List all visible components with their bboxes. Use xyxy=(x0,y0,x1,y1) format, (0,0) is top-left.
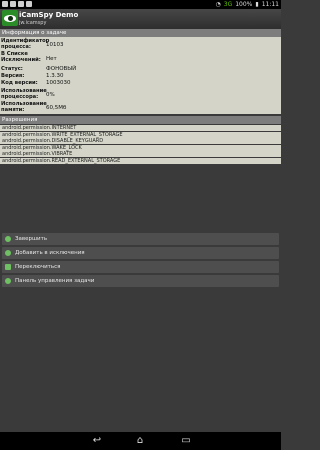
power-icon xyxy=(5,236,11,242)
control-panel-button[interactable]: Панель управления задачи xyxy=(2,275,279,287)
switch-label: Переключиться xyxy=(15,264,61,270)
wifi-icon: ◔ xyxy=(215,1,221,8)
switch-button[interactable]: Переключиться xyxy=(2,261,279,273)
notification-icon xyxy=(26,1,32,7)
info-row: Использование памяти: 60,5Мб xyxy=(0,101,281,114)
info-row: Идентификатор процесса: 10103 xyxy=(0,38,281,51)
battery-label: 100% xyxy=(235,1,253,8)
home-icon[interactable]: ⌂ xyxy=(131,435,149,447)
battery-icon: ▮ xyxy=(255,1,259,8)
finish-label: Завершить xyxy=(15,236,48,242)
info-value: 0% xyxy=(46,92,55,98)
info-label: Использование памяти: xyxy=(1,101,47,113)
info-row: Версия: 1.3.30 xyxy=(0,73,281,80)
info-label: Использование процессора: xyxy=(1,88,47,100)
permissions-list: android.permission.INTERNET android.perm… xyxy=(0,125,281,164)
task-info-table: Идентификатор процесса: 10103 В Списке И… xyxy=(0,37,281,114)
info-section-header: Информация о задаче xyxy=(0,29,281,37)
permissions-header: Разрешения xyxy=(0,116,281,124)
app-title: iCamSpy Demo xyxy=(19,11,79,19)
info-label: Статус: xyxy=(1,66,23,72)
app-eye-icon[interactable] xyxy=(2,10,18,26)
permission-item: android.permission.INTERNET xyxy=(0,125,281,131)
info-value: Нет xyxy=(46,56,57,62)
add-exclusion-label: Добавить в исключения xyxy=(15,250,85,256)
info-value: ФОНОВЫЙ xyxy=(46,66,77,72)
status-bar: ◔ 3G 100% ▮ 11:11 xyxy=(0,0,281,9)
info-row: Код версии: 1003030 xyxy=(0,80,281,87)
add-exclusion-icon xyxy=(5,250,11,256)
notification-icon xyxy=(10,1,16,7)
info-value: 1.3.30 xyxy=(46,73,64,79)
permission-item: android.permission.VIBRATE xyxy=(0,151,281,157)
permission-item: android.permission.READ_EXTERNAL_STORAGE xyxy=(0,157,281,164)
info-row: Использование процессора: 0% xyxy=(0,88,281,101)
info-value: 10103 xyxy=(46,42,64,48)
notification-icon xyxy=(2,1,8,7)
info-value: 60,5Мб xyxy=(46,105,67,111)
notification-icon xyxy=(18,1,24,7)
task-actions: Завершить Добавить в исключения Переключ… xyxy=(2,233,279,289)
navigation-bar: ↩ ⌂ ▭ xyxy=(0,432,281,450)
info-label: Код версии: xyxy=(1,80,38,86)
app-subtitle: jw.icamspy xyxy=(19,20,47,26)
switch-icon xyxy=(5,264,11,270)
info-label: Версия: xyxy=(1,73,25,79)
finish-button[interactable]: Завершить xyxy=(2,233,279,245)
control-panel-icon xyxy=(5,278,11,284)
network-label: 3G xyxy=(223,1,233,8)
info-label: Идентификатор процесса: xyxy=(1,38,50,50)
recents-icon[interactable]: ▭ xyxy=(177,435,195,447)
app-bar: iCamSpy Demo jw.icamspy xyxy=(0,9,281,29)
permission-item: android.permission.WAKE_LOCK xyxy=(0,144,281,151)
control-panel-label: Панель управления задачи xyxy=(15,278,95,284)
add-exclusion-button[interactable]: Добавить в исключения xyxy=(2,247,279,259)
info-value: 1003030 xyxy=(46,80,71,86)
permission-item: android.permission.WRITE_EXTERNAL_STORAG… xyxy=(0,131,281,138)
info-row: Статус: ФОНОВЫЙ xyxy=(0,66,281,73)
permission-item: android.permission.DISABLE_KEYGUARD xyxy=(0,138,281,144)
info-label: В Списке Исключений: xyxy=(1,51,41,63)
clock: 11:11 xyxy=(261,1,279,8)
back-icon[interactable]: ↩ xyxy=(88,435,106,447)
notification-icons xyxy=(2,1,32,7)
